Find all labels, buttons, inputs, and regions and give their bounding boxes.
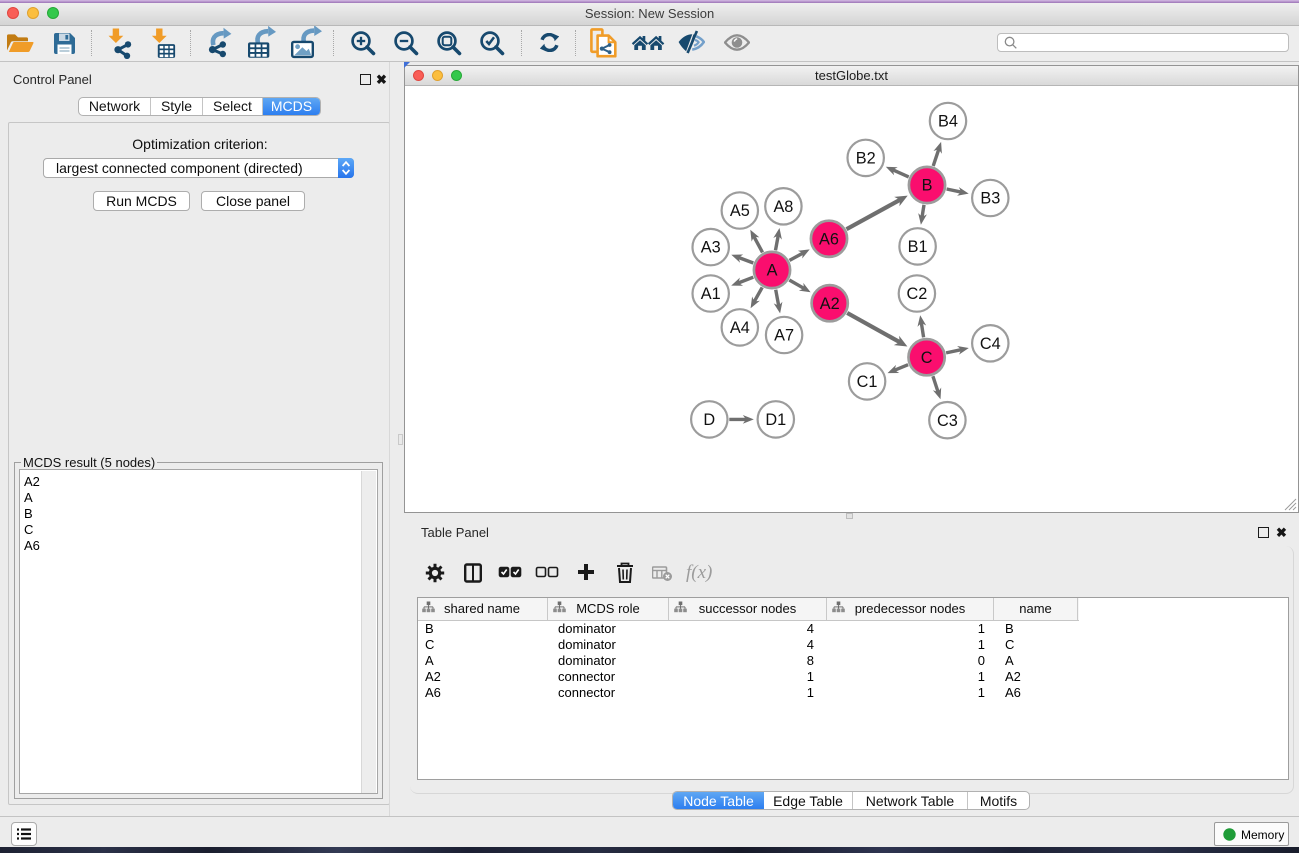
svg-text:B: B: [922, 177, 933, 195]
svg-text:A3: A3: [701, 239, 721, 257]
svg-text:A6: A6: [819, 230, 839, 248]
svg-text:A5: A5: [730, 202, 750, 220]
svg-text:A8: A8: [773, 198, 793, 216]
svg-text:C2: C2: [906, 285, 927, 303]
svg-text:D1: D1: [765, 411, 786, 429]
svg-text:B3: B3: [980, 190, 1000, 208]
svg-text:B1: B1: [908, 238, 928, 256]
svg-text:C1: C1: [857, 373, 878, 391]
svg-text:A: A: [767, 262, 778, 280]
svg-text:A7: A7: [774, 327, 794, 345]
svg-text:B4: B4: [938, 113, 958, 131]
svg-text:A2: A2: [820, 295, 840, 313]
svg-text:A4: A4: [730, 319, 750, 337]
svg-text:C4: C4: [980, 335, 1001, 353]
svg-text:A1: A1: [701, 285, 721, 303]
svg-text:B2: B2: [856, 150, 876, 168]
svg-text:D: D: [703, 411, 715, 429]
svg-text:C: C: [921, 349, 933, 367]
svg-text:C3: C3: [937, 412, 958, 430]
